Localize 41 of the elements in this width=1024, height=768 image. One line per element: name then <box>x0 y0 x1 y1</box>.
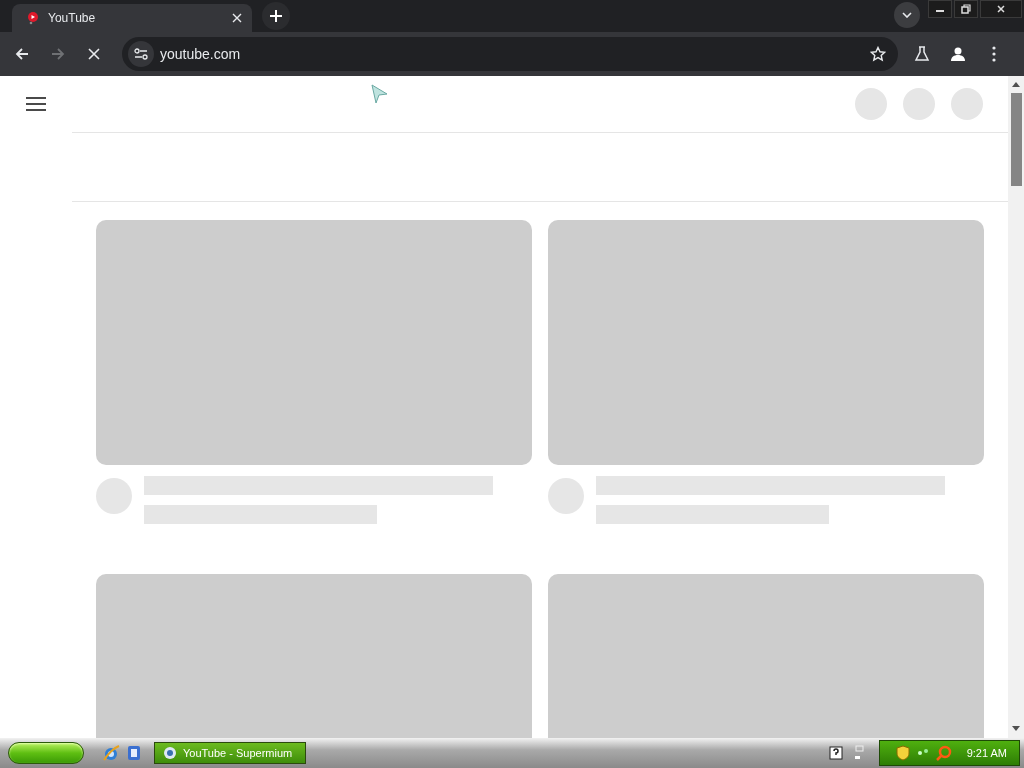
url-text: youtube.com <box>160 46 242 62</box>
document-icon[interactable] <box>126 744 142 762</box>
stop-icon[interactable] <box>87 47 101 61</box>
restore-button[interactable] <box>954 0 978 18</box>
back-arrow-icon[interactable] <box>14 46 30 62</box>
restore-icon[interactable] <box>961 4 971 14</box>
menu-icon[interactable] <box>26 97 46 111</box>
menu-icon[interactable] <box>992 46 996 62</box>
placeholder-circle <box>903 88 935 120</box>
clock: 9:21 AM <box>966 747 1007 759</box>
minimize-button[interactable] <box>928 0 952 18</box>
placeholder-circle <box>951 88 983 120</box>
tab-search-button[interactable] <box>894 2 920 28</box>
placeholder-circle <box>855 88 887 120</box>
scroll-down-arrow-icon[interactable] <box>1012 726 1020 732</box>
close-icon[interactable] <box>232 13 242 23</box>
browser-e-icon[interactable] <box>102 744 120 762</box>
address-bar[interactable]: youtube.com <box>122 37 898 71</box>
avatar-placeholder <box>548 478 584 514</box>
browser-tab[interactable]: YouTube <box>12 4 252 32</box>
shield-icon[interactable] <box>895 745 910 761</box>
tab-title: YouTube <box>48 11 97 25</box>
plus-icon[interactable] <box>269 9 283 23</box>
new-tab-button[interactable] <box>262 2 290 30</box>
scrollbar-thumb[interactable] <box>1010 93 1022 186</box>
profile-icon[interactable] <box>949 45 967 63</box>
start-button[interactable] <box>8 742 84 764</box>
help-icon[interactable] <box>828 746 843 760</box>
close-window-button[interactable] <box>980 0 1022 18</box>
tab-favicon-icon <box>26 11 40 25</box>
avatar-placeholder <box>96 478 132 514</box>
close-icon[interactable] <box>996 4 1006 14</box>
forward-arrow-icon[interactable] <box>50 46 66 62</box>
flask-icon[interactable] <box>914 46 930 62</box>
pointer-icon <box>370 84 388 104</box>
network-icon[interactable] <box>852 745 865 761</box>
chevron-down-icon[interactable] <box>902 12 912 18</box>
bookmark-star-icon[interactable] <box>870 46 886 62</box>
scroll-up-arrow-icon[interactable] <box>1012 81 1020 87</box>
app-icon <box>163 746 177 760</box>
site-settings-icon[interactable] <box>128 41 154 67</box>
